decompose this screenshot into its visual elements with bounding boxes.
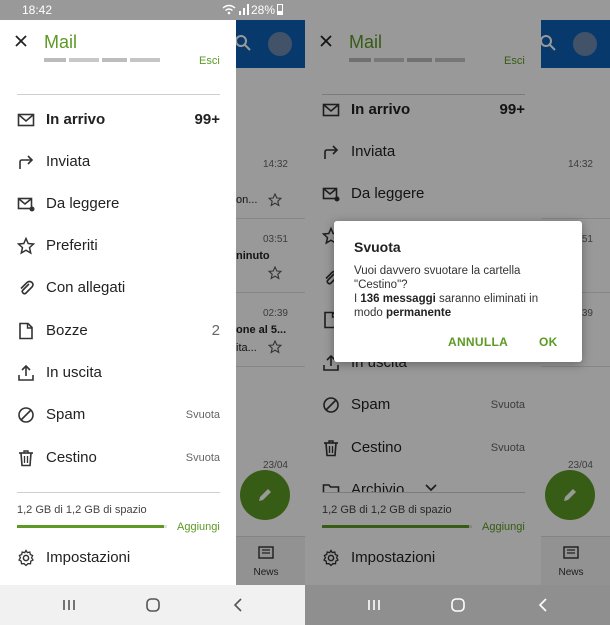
sidebar-item-label: In arrivo: [46, 111, 106, 128]
sidebar-item-label: Con allegati: [46, 279, 126, 296]
sidebar-item-attachments[interactable]: Con allegati: [0, 268, 236, 308]
storage-usage-text: 1,2 GB di 1,2 GB di spazio: [17, 504, 147, 516]
sidebar-item-label: Bozze: [46, 322, 88, 339]
dialog-text: modo: [354, 307, 386, 319]
dialog-message: Vuoi davvero svuotare la cartella "Cesti…: [354, 264, 569, 320]
right-screen: 14:32 03:51 02:39 23/04 News 18:47 27% M…: [305, 0, 610, 625]
battery-icon: [277, 4, 283, 15]
back-icon[interactable]: [231, 597, 247, 613]
spam-icon: [18, 407, 34, 423]
home-icon[interactable]: [145, 597, 161, 613]
divider: [17, 94, 220, 95]
home-icon[interactable]: [450, 597, 466, 613]
dialog-line: I 136 messaggi saranno eliminati in: [354, 292, 569, 306]
system-navigation-bar: [0, 585, 305, 625]
sidebar-item-label: Preferiti: [46, 237, 98, 254]
paperclip-icon: [20, 280, 34, 295]
sidebar-item-unread[interactable]: Da leggere: [0, 184, 236, 224]
ok-button[interactable]: OK: [539, 335, 558, 349]
inbox-icon: [17, 113, 35, 127]
sent-arrow-icon: [19, 155, 34, 169]
sidebar-item-label: Da leggere: [46, 195, 120, 212]
logout-link[interactable]: Esci: [199, 55, 220, 67]
add-storage-link[interactable]: Aggiungi: [177, 521, 220, 533]
divider: [17, 492, 220, 493]
sidebar-item-label: Spam: [46, 406, 86, 423]
left-screen: 14:32 on... 03:51 ninuto 02:39 one al 5.…: [0, 0, 305, 625]
cancel-button[interactable]: ANNULLA: [448, 335, 508, 349]
system-navigation-bar: [305, 585, 610, 625]
empty-trash-dialog: Svuota Vuoi davvero svuotare la cartella…: [334, 221, 582, 362]
gear-icon: [18, 549, 34, 567]
storage-progress-bar: [17, 525, 167, 528]
permanent-emphasis: permanente: [385, 307, 452, 319]
close-icon[interactable]: [14, 34, 28, 48]
sidebar-item-label: Impostazioni: [46, 549, 131, 566]
star-icon: [17, 237, 35, 255]
sidebar-item-favorites[interactable]: Preferiti: [0, 226, 236, 266]
sidebar-item-spam[interactable]: Spam Svuota: [0, 395, 236, 435]
battery-percent: 28%: [251, 3, 276, 17]
draft-icon: [19, 322, 33, 340]
sidebar-item-drafts[interactable]: Bozze 2: [0, 311, 236, 351]
sidebar-item-label: Inviata: [46, 153, 91, 170]
trash-icon: [19, 450, 33, 467]
dialog-line: Vuoi davvero svuotare la cartella: [354, 265, 521, 277]
back-icon[interactable]: [536, 597, 552, 613]
sidebar-item-settings[interactable]: Impostazioni: [0, 538, 236, 578]
dialog-text: saranno eliminati in: [435, 293, 539, 305]
status-bar: 18:42 28%: [0, 0, 305, 20]
signal-icon: [239, 4, 249, 15]
empty-trash-button[interactable]: Svuota: [186, 452, 220, 464]
sidebar-item-label: In uscita: [46, 364, 102, 381]
dialog-line: modo permanente: [354, 306, 569, 320]
sidebar-item-sent[interactable]: Inviata: [0, 142, 236, 182]
outbox-icon: [18, 364, 34, 381]
unread-count-badge: 99+: [194, 111, 220, 128]
wifi-icon: [222, 4, 236, 15]
unread-mail-icon: [17, 197, 35, 212]
dialog-title: Svuota: [354, 239, 401, 255]
sidebar-item-trash[interactable]: Cestino Svuota: [0, 438, 236, 478]
storage-progress-fill: [17, 525, 164, 528]
message-count: 136 messaggi: [360, 293, 436, 305]
sidebar-item-outbox[interactable]: In uscita: [0, 353, 236, 393]
status-time: 18:42: [22, 3, 53, 17]
draft-count-badge: 2: [211, 322, 220, 339]
sidebar-item-inbox[interactable]: In arrivo 99+: [0, 100, 236, 140]
recent-apps-icon[interactable]: [366, 597, 382, 613]
sidebar-item-label: Cestino: [46, 449, 97, 466]
blurred-account-email: [44, 58, 160, 62]
empty-spam-button[interactable]: Svuota: [186, 409, 220, 421]
recent-apps-icon[interactable]: [61, 597, 77, 613]
navigation-drawer: Mail Esci In arrivo 99+ Inviata Da legge…: [0, 20, 236, 585]
drawer-title: Mail: [44, 32, 78, 52]
dialog-line: "Cestino"?: [354, 279, 408, 291]
